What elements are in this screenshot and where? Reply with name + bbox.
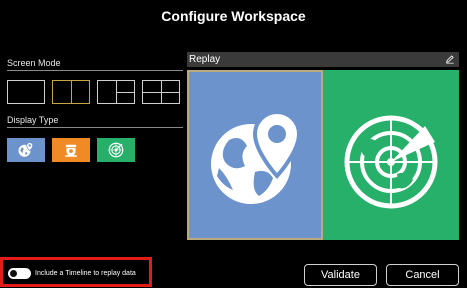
- screen-mode-label: Screen Mode: [7, 58, 61, 68]
- radar-icon: [344, 115, 438, 209]
- screen-mode-1x1[interactable]: [7, 80, 45, 104]
- radar-icon: [108, 142, 124, 158]
- screen-mode-divider: [7, 70, 183, 71]
- toggle-knob: [10, 270, 17, 277]
- dialog-title: Configure Workspace: [161, 8, 306, 24]
- screen-mode-2x2[interactable]: [142, 80, 180, 104]
- globe-pin-icon: [18, 142, 34, 157]
- display-type-divider: [7, 127, 183, 128]
- display-type-map[interactable]: [7, 138, 45, 162]
- preview-title: Replay: [189, 54, 221, 65]
- dome-camera-icon: [65, 144, 77, 157]
- display-type-label: Display Type: [7, 115, 59, 125]
- edit-pencil-icon[interactable]: [445, 54, 455, 64]
- timeline-toggle-label: Include a Timeline to replay data: [35, 270, 136, 277]
- timeline-toggle[interactable]: [8, 268, 31, 279]
- screen-mode-1-plus-2[interactable]: [97, 80, 135, 104]
- globe-pin-icon: [211, 109, 302, 204]
- preview-tile-map[interactable]: [187, 70, 323, 240]
- display-type-radar[interactable]: [97, 138, 135, 162]
- validate-button[interactable]: Validate: [304, 264, 377, 286]
- workspace-preview: Replay: [187, 52, 459, 240]
- preview-header: Replay: [187, 52, 459, 67]
- display-type-camera[interactable]: [52, 138, 90, 162]
- cancel-button[interactable]: Cancel: [386, 264, 459, 286]
- screen-mode-2-columns[interactable]: [52, 80, 90, 104]
- preview-tile-radar[interactable]: [323, 70, 459, 240]
